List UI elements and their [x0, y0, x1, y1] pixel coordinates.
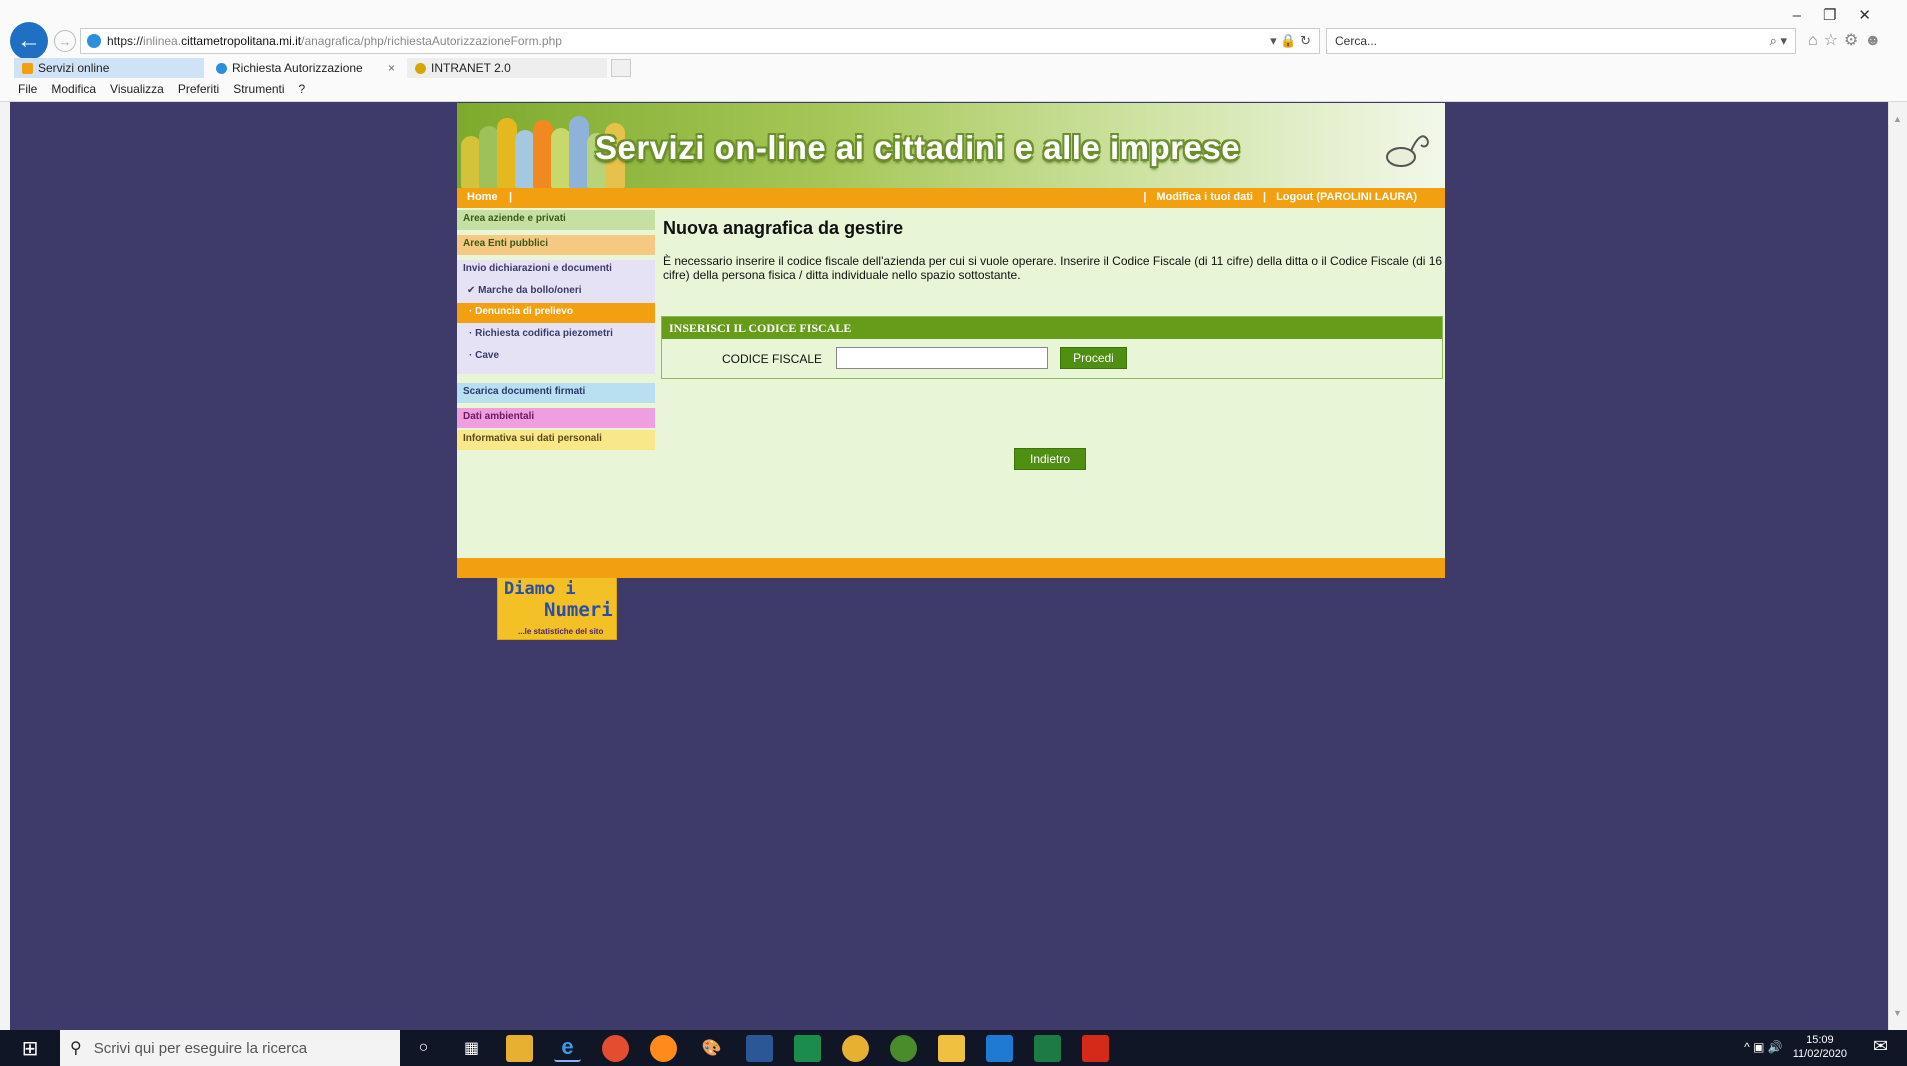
task-view-icon[interactable]: ▦ [458, 1035, 485, 1062]
sidebar-item-aziende[interactable]: Area aziende e privati [457, 210, 655, 230]
bullet-icon: · [469, 328, 473, 339]
ie-icon [87, 34, 101, 48]
system-tray: ^ ▣ 🔊 15:09 11/02/2020 [1744, 1033, 1847, 1061]
windows-taskbar: ⊞ ⚲ Scrivi qui per eseguire la ricerca ○… [0, 1030, 1907, 1066]
cortana-icon[interactable]: ○ [410, 1035, 437, 1062]
nav-separator: | [1262, 191, 1267, 203]
internet-explorer-icon[interactable]: e [554, 1034, 581, 1062]
menu-modifica[interactable]: Modifica [51, 82, 96, 96]
sidebar-item-enti[interactable]: Area Enti pubblici [457, 235, 655, 255]
search-icon[interactable]: ⌕ ▾ [1770, 33, 1787, 49]
firefox-icon[interactable] [650, 1034, 677, 1062]
intro-text: È necessario inserire il codice fiscale … [663, 254, 1443, 282]
codice-fiscale-label: CODICE FISCALE [722, 352, 823, 366]
banner-title: Servizi on-line ai cittadini e alle impr… [595, 129, 1241, 166]
folder-icon[interactable] [938, 1034, 965, 1062]
sidebar-subitem-marche[interactable]: ✔ Marche da bollo/oneri [457, 282, 655, 299]
menu-bar: File Modifica Visualizza Preferiti Strum… [18, 82, 305, 96]
panel-title: INSERISCI IL CODICE FISCALE [662, 317, 1442, 339]
menu-help[interactable]: ? [299, 82, 306, 96]
site-footer-bar [457, 558, 1445, 578]
sidebar-subitem-piezometri[interactable]: · Richiesta codifica piezometri [457, 325, 655, 342]
tab-strip: Servizi online Richiesta Autorizzazione … [14, 58, 631, 80]
address-bar[interactable]: https://inlinea.cittametropolitana.mi.it… [80, 28, 1320, 54]
lock-refresh-icon[interactable]: ▾ 🔒 ↻ [1259, 33, 1319, 49]
new-tab-button[interactable] [611, 59, 631, 77]
file-explorer-icon[interactable] [506, 1034, 533, 1062]
menu-file[interactable]: File [18, 82, 37, 96]
browser-chrome: ← → https://inlinea.cittametropolitana.m… [0, 0, 1907, 102]
taskbar-apps: ○ ▦ e 🎨 [410, 1030, 1109, 1066]
diamo-i-numeri-logo[interactable]: Diamo i Numeri ...le statistiche del sit… [497, 574, 617, 640]
green-circle-app-icon[interactable] [890, 1034, 917, 1062]
codice-fiscale-panel: INSERISCI IL CODICE FISCALE CODICE FISCA… [661, 316, 1443, 379]
sidebar: Area aziende e privati Area Enti pubblic… [457, 208, 657, 640]
green-app-icon[interactable] [794, 1034, 821, 1062]
acrobat-icon[interactable] [1082, 1034, 1109, 1062]
menu-strumenti[interactable]: Strumenti [233, 82, 284, 96]
site-container: Servizi on-line ai cittadini e alle impr… [457, 103, 1445, 640]
word-app-icon[interactable] [746, 1034, 773, 1062]
tab-favicon-icon [22, 62, 33, 74]
search-icon: ⚲ [70, 1040, 82, 1057]
window-controls[interactable]: –❐✕ [1793, 6, 1893, 24]
browser-search-input[interactable]: Cerca... ⌕ ▾ [1326, 28, 1796, 54]
bullet-icon: · [469, 350, 473, 361]
procedi-button[interactable]: Procedi [1060, 347, 1127, 369]
url-text: https://inlinea.cittametropolitana.mi.it… [107, 34, 562, 48]
page-title: Nuova anagrafica da gestire [663, 218, 904, 238]
taskbar-search-input[interactable]: ⚲ Scrivi qui per eseguire la ricerca [60, 1030, 400, 1066]
site-banner: Servizi on-line ai cittadini e alle impr… [457, 103, 1445, 188]
menu-visualizza[interactable]: Visualizza [110, 82, 164, 96]
tab-favicon-icon [216, 62, 227, 74]
sidebar-item-informativa[interactable]: Informativa sui dati personali [457, 430, 655, 450]
excel-icon[interactable] [1034, 1034, 1061, 1062]
nav-home-link[interactable]: Home [467, 191, 498, 203]
codice-fiscale-input[interactable] [836, 347, 1048, 369]
nav-separator: | [509, 191, 513, 203]
tab-servizi-online[interactable]: Servizi online [14, 58, 204, 78]
bullet-icon: · [469, 306, 473, 317]
site-nav-bar: Home | | Modifica i tuoi dati | Logout (… [457, 188, 1445, 208]
computer-mouse-icon [1386, 135, 1429, 167]
notification-icon[interactable]: ✉ [1873, 1036, 1897, 1060]
main-content: Nuova anagrafica da gestire È necessario… [658, 208, 1445, 558]
paint-icon[interactable]: 🎨 [698, 1035, 725, 1062]
indietro-button[interactable]: Indietro [1014, 448, 1086, 470]
tab-richiesta-autorizzazione[interactable]: Richiesta Autorizzazione × [208, 58, 403, 78]
browser-toolbar-icons[interactable]: ⌂☆⚙☻ [1808, 30, 1887, 50]
scroll-down-icon[interactable]: ▼ [1893, 1008, 1902, 1018]
tab-favicon-icon [415, 62, 426, 74]
windows-start-icon[interactable]: ⊞ [0, 1030, 60, 1066]
yellow-app-icon[interactable] [842, 1034, 869, 1062]
nav-edit-data-link[interactable]: Modifica i tuoi dati [1156, 191, 1253, 203]
vertical-scrollbar[interactable]: ▲ ▼ [1888, 102, 1907, 1030]
nav-logout-link[interactable]: Logout (PAROLINI LAURA) [1276, 191, 1417, 203]
left-edge [0, 102, 10, 1030]
chrome-icon[interactable] [602, 1034, 629, 1062]
outlook-icon[interactable] [986, 1034, 1013, 1062]
menu-preferiti[interactable]: Preferiti [178, 82, 219, 96]
clock[interactable]: 15:09 11/02/2020 [1793, 1033, 1847, 1061]
back-button[interactable]: ← [10, 22, 48, 60]
tray-icons[interactable]: ^ ▣ 🔊 [1744, 1040, 1783, 1054]
sidebar-item-scarica[interactable]: Scarica documenti firmati [457, 383, 655, 403]
forward-button[interactable]: → [54, 30, 76, 52]
sidebar-subitem-cave[interactable]: · Cave [457, 347, 655, 364]
sidebar-item-dati-ambientali[interactable]: Dati ambientali [457, 408, 655, 428]
sidebar-subitem-denuncia[interactable]: · Denuncia di prelievo [457, 303, 655, 323]
close-tab-icon[interactable]: × [388, 61, 395, 75]
scroll-up-icon[interactable]: ▲ [1893, 114, 1902, 124]
tab-intranet[interactable]: INTRANET 2.0 [407, 58, 607, 78]
nav-separator: | [1143, 191, 1147, 203]
